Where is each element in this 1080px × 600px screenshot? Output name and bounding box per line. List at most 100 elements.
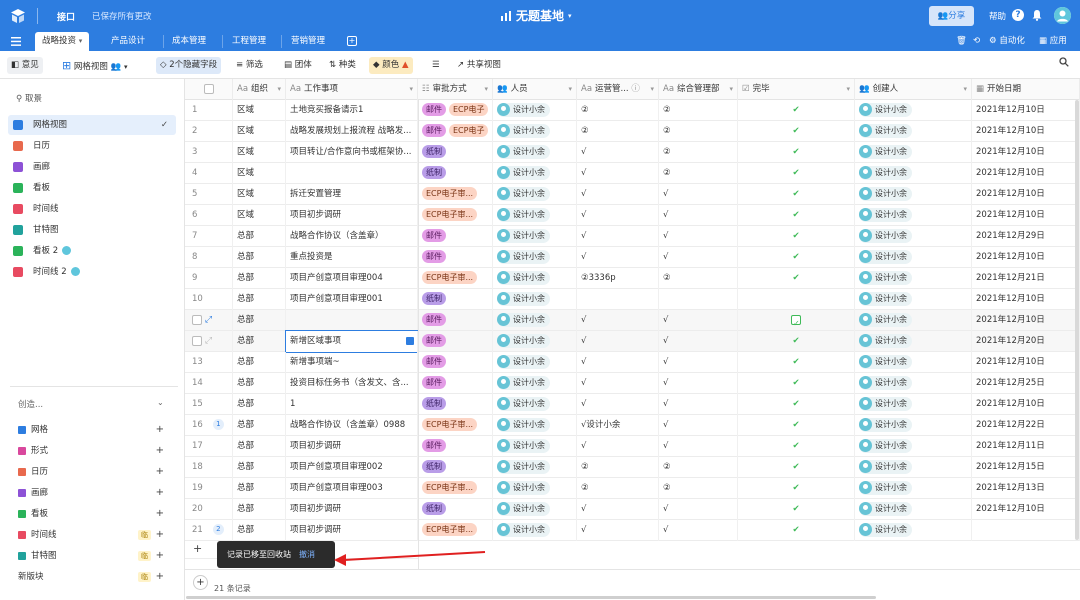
cell-mg[interactable]: √ [659,184,738,205]
cell-person[interactable]: 设计小余 [493,100,577,121]
cell-item[interactable] [286,163,418,184]
column-header-done[interactable]: ☑ 完毕 ▾ [738,79,855,100]
table-row[interactable]: 2 区域 战略发展规划上报流程 战略发... 邮件 ECP电子 设计小余 ② ② ✔ 设计小余 20… [185,121,1080,142]
cell-creator[interactable]: 设计小余 [855,394,972,415]
create-view-item[interactable]: 时间线 临 + [18,526,168,544]
table-row[interactable]: 6 区域 项目初步调研 ECP电子审... 设计小余 √ √ ✔ 设计小余 2021年12月10日 [185,205,1080,226]
cell-op[interactable] [577,289,659,310]
cell-done[interactable]: ✔ [738,331,855,352]
cell-person[interactable]: 设计小余 [493,415,577,436]
color-button[interactable]: ◆ 颜色 ▲ [369,57,413,74]
cell-item[interactable]: 项目初步调研 [286,499,418,520]
cell-tags[interactable]: ECP电子审... [418,205,493,226]
cell-item[interactable]: 项目初步调研 [286,205,418,226]
cell-org[interactable]: 总部 [233,352,286,373]
cell-tags[interactable]: 邮件 [418,310,493,331]
cell-person[interactable]: 设计小余 [493,331,577,352]
table-row[interactable]: 14 总部 投资目标任务书（含发文、含... 邮件 设计小余 √ √ ✔ 设计小余 2021年12… [185,373,1080,394]
create-view-item[interactable]: 画廊 + [18,484,168,502]
cell-mg[interactable]: √ [659,226,738,247]
cell-mg[interactable]: √ [659,205,738,226]
cell-org[interactable]: 区域 [233,121,286,142]
expand-record-icon[interactable]: ⤢ [202,336,212,346]
cell-tags[interactable]: ECP电子审... [418,478,493,499]
cell-person[interactable]: 设计小余 [493,310,577,331]
table-row[interactable]: 4 区域 纸制 设计小余 √ ② ✔ 设计小余 2021年12月10日 [185,163,1080,184]
cell-person[interactable]: 设计小余 [493,205,577,226]
share-view-button[interactable]: ↗ 共享视图 [453,57,505,74]
chevron-down-icon[interactable]: ▾ [729,79,733,100]
plus-icon[interactable]: + [156,442,164,460]
table-row[interactable]: 7 总部 战略合作协议（含盖章） 邮件 设计小余 √ √ ✔ 设计小余 2021年12月29日 [185,226,1080,247]
cell-tags[interactable]: 邮件 [418,352,493,373]
done-checkbox[interactable] [791,313,801,331]
cell-org[interactable]: 总部 [233,478,286,499]
help-icon[interactable]: ? [1012,9,1024,21]
cell-done[interactable]: ✔ [738,415,855,436]
group-button[interactable]: ▤ 团体 [280,57,316,74]
cell-creator[interactable]: 设计小余 [855,373,972,394]
cell-person[interactable]: 设计小余 [493,163,577,184]
cell-done[interactable]: ✔ [738,499,855,520]
checkbox[interactable] [203,83,214,94]
cell-item[interactable]: 项目产创意项目审理004 [286,268,418,289]
cell-done[interactable] [738,310,855,331]
cell-date[interactable]: 2021年12月10日 [972,352,1080,373]
cell-done[interactable]: ✔ [738,352,855,373]
cell-op[interactable]: ②3336p [577,268,659,289]
help-link[interactable]: 帮助 [989,10,1006,22]
cell-done[interactable]: ✔ [738,373,855,394]
cell-person[interactable]: 设计小余 [493,436,577,457]
cell-done[interactable]: ✔ [738,457,855,478]
cell-item[interactable]: 项目初步调研 [286,436,418,457]
table-row[interactable]: ⤢ 总部 邮件 设计小余 √ √ 设计小余 2021年12月10日 [185,310,1080,331]
table-row[interactable]: 18 总部 项目产创意项目审理002 纸制 设计小余 ② ② ✔ 设计小余 2021年12月15日 [185,457,1080,478]
cell-done[interactable]: ✔ [738,247,855,268]
cell-op[interactable]: √ [577,184,659,205]
cell-person[interactable]: 设计小余 [493,289,577,310]
chevron-down-icon[interactable]: ▾ [484,79,488,100]
cell-item[interactable] [286,310,418,331]
chevron-down-icon[interactable]: ▾ [963,79,967,100]
cell-date[interactable]: 2021年12月10日 [972,205,1080,226]
cell-item[interactable]: 战略合作协议（含盖章）0988 [286,415,418,436]
vertical-scrollbar[interactable] [1075,100,1079,540]
automation-button[interactable]: ⚙ 自动化 [989,34,1025,49]
table-row[interactable]: 13 总部 新增事项端~ 邮件 设计小余 √ √ ✔ 设计小余 2021年12月10日 [185,352,1080,373]
cell-op[interactable]: √ [577,331,659,352]
create-view-header[interactable]: 创造... [18,398,43,410]
cell-tags[interactable]: ECP电子审... [418,268,493,289]
table-row[interactable]: 1 区域 土地竞买报备请示1 邮件 ECP电子 设计小余 ② ② ✔ 设计小余 2021年12月10… [185,100,1080,121]
cell-mg[interactable]: ② [659,457,738,478]
cell-op[interactable]: √设计小余 [577,415,659,436]
history-icon[interactable]: ⟲ [973,34,980,49]
chevron-down-icon[interactable]: ▾ [277,79,281,100]
opinion-button[interactable]: ◧ 意见 [7,57,43,74]
cell-mg[interactable]: √ [659,331,738,352]
cell-done[interactable]: ✔ [738,184,855,205]
share-button[interactable]: 👥分享 [929,6,974,26]
cell-item[interactable]: 拆迁安置管理 [286,184,418,205]
cell-op[interactable]: √ [577,394,659,415]
sidebar-view-item[interactable]: 看板 [8,178,176,198]
cell-person[interactable]: 设计小余 [493,499,577,520]
cell-org[interactable]: 总部 [233,268,286,289]
cell-person[interactable]: 设计小余 [493,121,577,142]
cell-op[interactable]: √ [577,436,659,457]
cell-item[interactable]: 投资目标任务书（含发文、含... [286,373,418,394]
cell-org[interactable]: 区域 [233,100,286,121]
cell-tags[interactable]: ECP电子审... [418,184,493,205]
cell-mg[interactable]: √ [659,415,738,436]
cell-date[interactable]: 2021年12月25日 [972,373,1080,394]
cell-tags[interactable]: 纸制 [418,142,493,163]
cell-done[interactable]: ✔ [738,436,855,457]
cell-op[interactable]: √ [577,499,659,520]
cell-mg[interactable]: ② [659,268,738,289]
cell-op[interactable]: ② [577,478,659,499]
cell-org[interactable]: 总部 [233,436,286,457]
tab-table-3[interactable]: 成本管理 [165,32,213,51]
cell-creator[interactable]: 设计小余 [855,499,972,520]
cell-op[interactable]: √ [577,310,659,331]
plus-icon[interactable]: + [156,547,164,565]
table-row[interactable]: 16 1 总部 战略合作协议（含盖章）0988 ECP电子审... 设计小余 √设计小余 √ ✔… [185,415,1080,436]
